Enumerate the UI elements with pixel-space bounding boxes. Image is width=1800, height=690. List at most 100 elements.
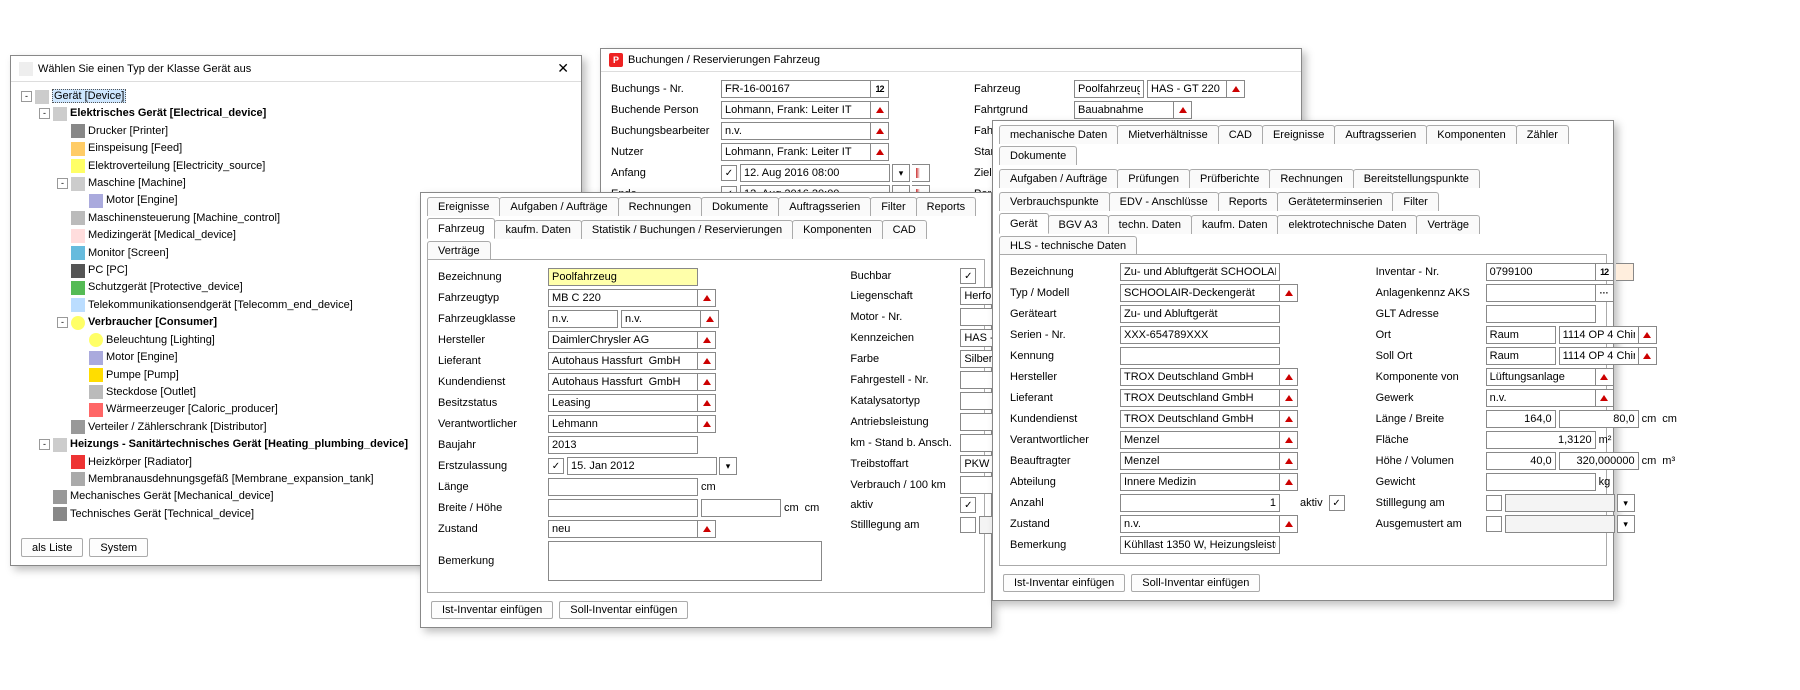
- text-field[interactable]: [1120, 263, 1280, 281]
- text-field[interactable]: [1486, 389, 1596, 407]
- text-field[interactable]: [1120, 515, 1280, 533]
- text-field[interactable]: [1486, 284, 1596, 302]
- tree-node[interactable]: -Gerät [Device]: [21, 88, 571, 105]
- checkbox[interactable]: ✓: [960, 497, 976, 513]
- lookup-button[interactable]: [698, 394, 716, 412]
- tree-toggle[interactable]: -: [21, 91, 32, 102]
- text-field[interactable]: [721, 101, 871, 119]
- lookup-button[interactable]: [1280, 431, 1298, 449]
- dropdown-button[interactable]: [1617, 494, 1635, 512]
- tab[interactable]: Reports: [916, 197, 977, 216]
- tree-node[interactable]: Elektroverteilung [Electricity_source]: [21, 158, 571, 175]
- lookup-button[interactable]: [871, 143, 889, 161]
- lookup-button[interactable]: [698, 415, 716, 433]
- als-liste-button[interactable]: als Liste: [21, 538, 83, 557]
- tab[interactable]: EDV - Anschlüsse: [1109, 192, 1219, 211]
- tab[interactable]: Verträge: [1416, 215, 1480, 234]
- soll-inventar-button[interactable]: Soll-Inventar einfügen: [1131, 574, 1260, 592]
- tab[interactable]: CAD: [882, 220, 927, 239]
- tree-toggle[interactable]: -: [39, 108, 50, 119]
- tab[interactable]: Filter: [1392, 192, 1438, 211]
- tab[interactable]: kaufm. Daten: [494, 220, 581, 239]
- tree-node[interactable]: -Maschine [Machine]: [21, 175, 571, 192]
- tab[interactable]: Dokumente: [701, 197, 779, 216]
- text-field[interactable]: [1120, 473, 1280, 491]
- text-field[interactable]: [1486, 347, 1556, 365]
- lookup-button[interactable]: [698, 331, 716, 349]
- dropdown-button[interactable]: [1617, 515, 1635, 533]
- tab[interactable]: BGV A3: [1048, 215, 1109, 234]
- tab[interactable]: CAD: [1218, 125, 1263, 144]
- lookup-button[interactable]: [1639, 347, 1657, 365]
- text-field[interactable]: [1486, 263, 1596, 281]
- text-field[interactable]: [721, 122, 871, 140]
- ist-inventar-button[interactable]: Ist-Inventar einfügen: [431, 601, 553, 619]
- tab[interactable]: Verträge: [427, 241, 491, 260]
- tree-node[interactable]: -Elektrisches Gerät [Electrical_device]: [21, 105, 571, 122]
- text-field[interactable]: [1486, 452, 1556, 470]
- tree-node[interactable]: Drucker [Printer]: [21, 123, 571, 140]
- text-field[interactable]: [548, 499, 698, 517]
- browse-button[interactable]: [1596, 284, 1614, 302]
- lookup-button[interactable]: [701, 310, 719, 328]
- text-field[interactable]: [1074, 80, 1144, 98]
- lookup-button[interactable]: [698, 520, 716, 538]
- text-field[interactable]: [548, 331, 698, 349]
- text-field[interactable]: [548, 289, 698, 307]
- lookup-button[interactable]: [1280, 473, 1298, 491]
- text-field[interactable]: [548, 373, 698, 391]
- tab[interactable]: HLS - technische Daten: [999, 236, 1137, 255]
- memo-field[interactable]: [548, 541, 822, 581]
- tab[interactable]: Aufgaben / Aufträge: [499, 197, 618, 216]
- text-field[interactable]: [1486, 431, 1596, 449]
- date-field[interactable]: [1505, 494, 1615, 512]
- tab[interactable]: Fahrzeug: [427, 218, 495, 239]
- text-field[interactable]: [548, 394, 698, 412]
- text-field[interactable]: [548, 520, 698, 538]
- tree-toggle[interactable]: -: [39, 439, 50, 450]
- lookup-button[interactable]: [698, 289, 716, 307]
- action-button[interactable]: [1616, 263, 1634, 281]
- tab[interactable]: Prüfberichte: [1189, 169, 1270, 188]
- text-field[interactable]: [1120, 284, 1280, 302]
- lookup-button[interactable]: [1596, 368, 1614, 386]
- lookup-button[interactable]: [1639, 326, 1657, 344]
- lookup-button[interactable]: [1280, 452, 1298, 470]
- tab[interactable]: elektrotechnische Daten: [1277, 215, 1417, 234]
- tab[interactable]: Gerät: [999, 213, 1049, 234]
- dropdown-button[interactable]: [892, 164, 910, 182]
- tab[interactable]: Komponenten: [1426, 125, 1517, 144]
- text-field[interactable]: [1120, 389, 1280, 407]
- text-field[interactable]: [1120, 452, 1280, 470]
- text-field[interactable]: [1120, 494, 1280, 512]
- tab[interactable]: mechanische Daten: [999, 125, 1118, 144]
- text-field[interactable]: [548, 352, 698, 370]
- text-field[interactable]: [548, 478, 698, 496]
- tab[interactable]: Aufgaben / Aufträge: [999, 169, 1118, 188]
- text-field[interactable]: [567, 457, 717, 475]
- tab[interactable]: Reports: [1218, 192, 1279, 211]
- soll-inventar-button[interactable]: Soll-Inventar einfügen: [559, 601, 688, 619]
- lookup-button[interactable]: [1280, 515, 1298, 533]
- tab[interactable]: Geräteterminserien: [1277, 192, 1393, 211]
- text-field[interactable]: [721, 143, 871, 161]
- lookup-button[interactable]: [1280, 410, 1298, 428]
- text-field[interactable]: [548, 268, 698, 286]
- checkbox[interactable]: ✓: [548, 458, 564, 474]
- text-field[interactable]: [1147, 80, 1227, 98]
- tree-toggle[interactable]: -: [57, 317, 68, 328]
- tab[interactable]: Dokumente: [999, 146, 1077, 165]
- text-field[interactable]: [1559, 410, 1639, 428]
- text-field[interactable]: [1120, 536, 1280, 554]
- close-button[interactable]: ✕: [553, 60, 573, 77]
- id-button[interactable]: [1596, 263, 1614, 281]
- tab[interactable]: Bereitstellungspunkte: [1353, 169, 1480, 188]
- lookup-button[interactable]: [1280, 368, 1298, 386]
- text-field[interactable]: [1120, 410, 1280, 428]
- checkbox[interactable]: ✓: [721, 165, 737, 181]
- tab[interactable]: Rechnungen: [618, 197, 702, 216]
- tab[interactable]: Komponenten: [792, 220, 883, 239]
- text-field[interactable]: [548, 310, 618, 328]
- tab[interactable]: Verbrauchspunkte: [999, 192, 1110, 211]
- checkbox[interactable]: ✓: [960, 268, 976, 284]
